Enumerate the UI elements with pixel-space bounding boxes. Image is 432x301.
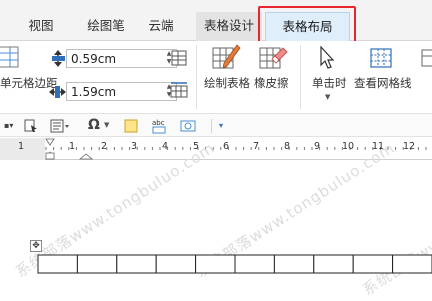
- gridlines-icon[interactable]: [369, 46, 393, 70]
- insert-field-icon[interactable]: [24, 117, 38, 134]
- bullet-dropdown-icon[interactable]: ▪▾: [4, 117, 13, 134]
- abc-spell-icon[interactable]: abc: [151, 117, 167, 134]
- table-cell[interactable]: [155, 254, 197, 274]
- distribute-columns-icon[interactable]: [170, 82, 188, 98]
- chevron-down-icon[interactable]: ▼: [104, 117, 109, 134]
- tab-view[interactable]: 视图: [22, 12, 60, 41]
- document-table[interactable]: [0, 253, 432, 283]
- ruler-number: 6: [223, 141, 230, 152]
- ribbon-separator: [300, 45, 301, 109]
- ruler-number: 8: [284, 141, 291, 152]
- document-area[interactable]: 系统部落www.tongbuluo.com 系统部落www.tongbuluo.…: [0, 139, 432, 301]
- column-width-icon: [49, 84, 66, 98]
- draw-table-label: 绘制表格: [204, 76, 250, 90]
- click-select-label: 单击时: [312, 76, 347, 90]
- menu-tab-bar: 视图 绘图笔 云端 表格设计 表格布局: [0, 0, 432, 44]
- table-move-handle-icon[interactable]: ✥: [30, 240, 42, 252]
- tab-cloud[interactable]: 云端: [142, 12, 180, 41]
- ruler-number: 9: [314, 141, 321, 152]
- ribbon-separator: [196, 45, 197, 109]
- distribute-rows-icon[interactable]: [170, 50, 188, 66]
- eraser-icon[interactable]: [258, 44, 288, 72]
- text-box-icon[interactable]: [50, 117, 70, 134]
- view-gridlines-label: 查看网格线: [354, 76, 412, 90]
- symbol-icon[interactable]: Ω: [88, 117, 100, 134]
- ruler-number: 12: [403, 141, 416, 152]
- table-cell[interactable]: [37, 254, 78, 274]
- table-cell[interactable]: [116, 254, 157, 274]
- table-cell[interactable]: [392, 254, 432, 274]
- row-height-icon: [51, 50, 66, 67]
- ruler-number: 7: [253, 141, 260, 152]
- tab-draw-pen[interactable]: 绘图笔: [78, 12, 134, 41]
- column-width-value: 1.59cm: [71, 85, 117, 99]
- tab-table-design[interactable]: 表格设计: [196, 12, 262, 41]
- table-cell[interactable]: [313, 254, 354, 274]
- table-cell[interactable]: [234, 254, 275, 274]
- table-cell[interactable]: [352, 254, 394, 274]
- ruler-number: 4: [162, 141, 169, 152]
- hyperlink-icon[interactable]: [180, 117, 196, 134]
- properties-icon[interactable]: [420, 47, 432, 69]
- customize-arrow-icon[interactable]: ▾: [219, 117, 223, 134]
- ruler-number: 1: [69, 141, 76, 152]
- column-width-input[interactable]: 1.59cm ▲ ▼: [66, 82, 177, 101]
- ruler-number: 10: [342, 141, 355, 152]
- ruler-number: 1: [18, 141, 25, 152]
- chevron-down-icon[interactable]: ▼: [325, 93, 330, 101]
- ribbon-table-layout: 单元格边距 0.59cm ▲ ▼ 1.59cm ▲ ▼ 绘制表格 橡皮擦 单击时…: [0, 41, 432, 114]
- tab-table-layout[interactable]: 表格布局: [265, 12, 350, 41]
- row-height-value: 0.59cm: [71, 52, 117, 66]
- row-height-input[interactable]: 0.59cm ▲ ▼: [66, 49, 177, 68]
- cursor-select-icon[interactable]: [318, 45, 336, 70]
- quick-toolbar: ▪▾ Ω ▼ abc ▾: [0, 114, 432, 137]
- sticky-note-icon[interactable]: [124, 117, 138, 134]
- table-cell[interactable]: [76, 254, 118, 274]
- toolbar-separator: [211, 119, 212, 133]
- table-cell[interactable]: [195, 254, 236, 274]
- ruler-number: 2: [101, 141, 108, 152]
- ruler-number: 3: [131, 141, 138, 152]
- svg-text:abc: abc: [152, 119, 165, 127]
- table-cell[interactable]: [273, 254, 315, 274]
- eraser-label: 橡皮擦: [254, 76, 289, 90]
- cell-margins-icon[interactable]: [0, 44, 22, 70]
- draw-table-icon[interactable]: [211, 44, 241, 72]
